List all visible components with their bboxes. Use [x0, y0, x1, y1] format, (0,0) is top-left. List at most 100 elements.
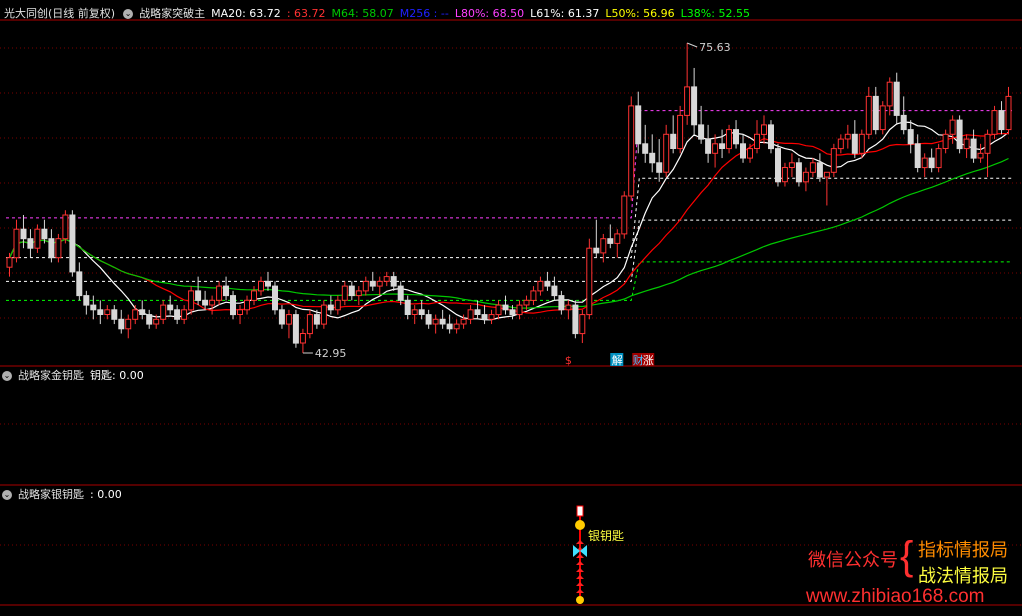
- candle-body: [1005, 95, 1012, 131]
- candle-body: [900, 114, 907, 131]
- candle-body: [956, 119, 963, 150]
- candle-body: [593, 247, 600, 254]
- candle-body: [886, 81, 893, 107]
- watermark-brand1: 指标情报局: [918, 540, 1008, 560]
- candle-body: [41, 228, 48, 240]
- candle-body: [404, 299, 411, 315]
- m64-label: M64: 58.07: [331, 7, 394, 20]
- candle-body: [188, 290, 195, 311]
- candle-body: [258, 280, 264, 292]
- candle-body: [551, 285, 558, 297]
- m64-line: [8, 157, 1009, 309]
- candle-body: [572, 304, 579, 335]
- candle-body: [928, 157, 935, 169]
- up-arrow-icon: [576, 568, 584, 572]
- watermark-brand2: 战法情报局: [918, 566, 1008, 586]
- candle-body: [628, 105, 635, 197]
- chevron-down-icon[interactable]: ⌄: [2, 490, 12, 500]
- candle-body: [313, 314, 320, 325]
- candle-body: [893, 81, 900, 116]
- m256-label: M256 : --: [399, 7, 449, 20]
- candle-body: [698, 124, 705, 140]
- panel2-value: 钥匙: 0.00: [90, 369, 144, 382]
- candle-body: [390, 276, 397, 287]
- candle-body: [251, 290, 257, 301]
- candle-body: [733, 129, 739, 145]
- panel3-header: ⌄ 战略家银钥匙 : 0.00: [0, 487, 128, 503]
- candle-body: [418, 309, 425, 315]
- candle-body: [467, 309, 474, 320]
- candle-body: [320, 304, 327, 325]
- candle-body: [411, 309, 418, 315]
- candle-body: [439, 318, 446, 325]
- candle-body: [656, 162, 663, 173]
- candle-body: [600, 238, 607, 254]
- candle-body: [278, 309, 285, 325]
- candle-body: [649, 152, 656, 164]
- candle-body: [83, 295, 90, 306]
- symbol-label[interactable]: 光大同创(日线 前复权): [4, 6, 115, 22]
- chevron-down-icon[interactable]: ⌄: [2, 371, 12, 381]
- candle-body: [816, 162, 823, 178]
- chevron-down-icon[interactable]: ⌄: [123, 9, 134, 19]
- candle-body: [69, 214, 76, 273]
- candle-body: [341, 285, 348, 301]
- candle-body: [523, 299, 530, 306]
- panel2-header: ⌄ 战略家金钥匙 钥匙: 0.00: [0, 368, 150, 384]
- candle-body: [768, 124, 774, 150]
- candle-body: [432, 318, 439, 325]
- candle-body: [914, 143, 921, 169]
- candle-body: [614, 233, 621, 244]
- candle-body: [607, 238, 614, 244]
- candle-body: [754, 133, 760, 150]
- candle-body: [844, 133, 851, 140]
- low-price-label: 42.95: [315, 347, 347, 360]
- candle-body: [397, 285, 404, 301]
- candle-body: [495, 304, 502, 316]
- up-arrow-icon: [576, 554, 584, 558]
- candle-body: [488, 314, 495, 320]
- ma-white-line: [8, 121, 1009, 321]
- candle-body: [453, 323, 460, 330]
- candle-body: [425, 314, 432, 325]
- candle-body: [292, 314, 299, 344]
- candle-body: [327, 304, 334, 311]
- candle-body: [781, 167, 788, 183]
- ma20-label: MA20: 63.72: [211, 7, 281, 20]
- candle-body: [202, 299, 209, 306]
- high-price-label: 75.63: [699, 41, 731, 54]
- candle-body: [181, 309, 188, 320]
- candle-body: [299, 333, 306, 344]
- indicator-name[interactable]: 战略家突破主: [139, 6, 205, 22]
- candle-body: [670, 133, 677, 150]
- panel2-title[interactable]: 战略家金钥匙: [18, 368, 84, 384]
- candle-body: [97, 309, 104, 315]
- candle-body: [761, 124, 767, 135]
- candle-body: [139, 309, 146, 315]
- l61-label: L61%: 61.37: [530, 7, 600, 20]
- candle-body: [705, 138, 712, 154]
- panel3-title[interactable]: 战略家银钥匙: [18, 487, 84, 503]
- coin-bottom-icon: [576, 596, 584, 604]
- candle-body: [621, 195, 628, 235]
- candle-body: [921, 157, 928, 169]
- candle-body: [872, 95, 879, 131]
- l80-label: L80%: 68.50: [454, 7, 525, 20]
- l50-label: L50%: 56.96: [605, 7, 675, 20]
- candle-body: [984, 133, 991, 154]
- silver-key-label: 银钥匙: [588, 529, 624, 543]
- candle-body: [788, 162, 795, 169]
- candle-body: [104, 309, 111, 315]
- chart-canvas[interactable]: 75.6342.95$ 解财涨银钥匙: [0, 0, 1022, 612]
- candle-body: [223, 285, 229, 297]
- candle-body: [265, 280, 271, 287]
- candle-body: [809, 162, 816, 173]
- watermark-site: www.zhibiao168.com: [806, 586, 985, 607]
- signal-jie: 解: [612, 353, 623, 367]
- candle-body: [726, 129, 732, 150]
- candle-body: [209, 299, 216, 306]
- signal-zhang: 涨: [643, 354, 654, 367]
- candle-body: [775, 148, 781, 183]
- candle-body: [642, 143, 649, 154]
- candle-body: [237, 309, 243, 315]
